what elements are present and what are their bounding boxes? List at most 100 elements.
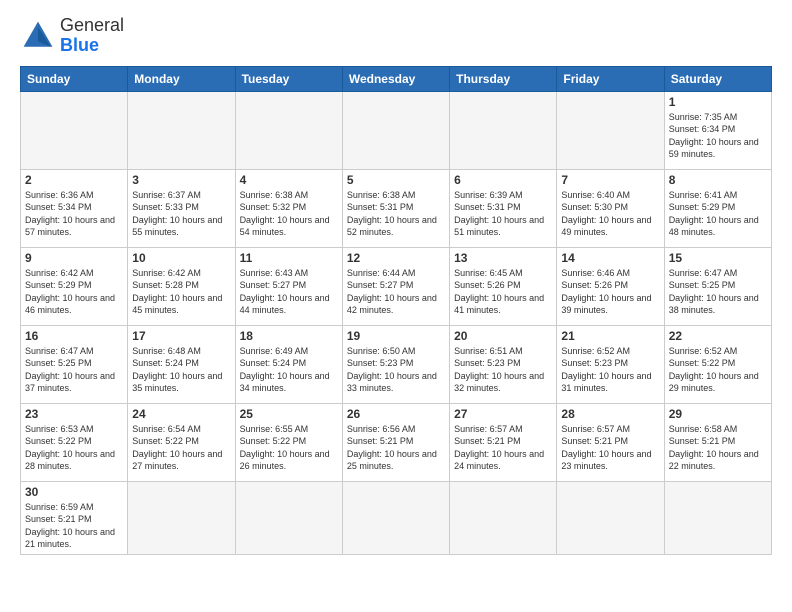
day-cell	[664, 481, 771, 554]
day-info: Sunrise: 6:50 AM Sunset: 5:23 PM Dayligh…	[347, 345, 445, 395]
day-info: Sunrise: 6:59 AM Sunset: 5:21 PM Dayligh…	[25, 501, 123, 551]
day-cell: 8 Sunrise: 6:41 AM Sunset: 5:29 PM Daylig…	[664, 169, 771, 247]
day-info: Sunrise: 6:44 AM Sunset: 5:27 PM Dayligh…	[347, 267, 445, 317]
day-number: 10	[132, 251, 230, 265]
day-cell: 18Sunrise: 6:49 AM Sunset: 5:24 PM Dayli…	[235, 325, 342, 403]
day-info: Sunrise: 6:58 AM Sunset: 5:21 PM Dayligh…	[669, 423, 767, 473]
day-number: 25	[240, 407, 338, 421]
day-info: Sunrise: 6:39 AM Sunset: 5:31 PM Dayligh…	[454, 189, 552, 239]
day-cell: 7 Sunrise: 6:40 AM Sunset: 5:30 PM Daylig…	[557, 169, 664, 247]
day-info: Sunrise: 6:48 AM Sunset: 5:24 PM Dayligh…	[132, 345, 230, 395]
weekday-header-thursday: Thursday	[450, 66, 557, 91]
day-number: 22	[669, 329, 767, 343]
day-cell: 23Sunrise: 6:53 AM Sunset: 5:22 PM Dayli…	[21, 403, 128, 481]
day-cell: 9Sunrise: 6:42 AM Sunset: 5:29 PM Daylig…	[21, 247, 128, 325]
day-number: 4	[240, 173, 338, 187]
day-number: 17	[132, 329, 230, 343]
day-number: 5	[347, 173, 445, 187]
day-cell: 17 Sunrise: 6:48 AM Sunset: 5:24 PM Dayli…	[128, 325, 235, 403]
weekday-header-friday: Friday	[557, 66, 664, 91]
day-number: 16	[25, 329, 123, 343]
week-row-0: 1 Sunrise: 7:35 AM Sunset: 6:34 PM Daylig…	[21, 91, 772, 169]
day-number: 9	[25, 251, 123, 265]
day-number: 6	[454, 173, 552, 187]
weekday-header-monday: Monday	[128, 66, 235, 91]
day-info: Sunrise: 6:46 AM Sunset: 5:26 PM Dayligh…	[561, 267, 659, 317]
day-info: Sunrise: 6:54 AM Sunset: 5:22 PM Dayligh…	[132, 423, 230, 473]
day-cell: 21 Sunrise: 6:52 AM Sunset: 5:23 PM Dayli…	[557, 325, 664, 403]
day-number: 14	[561, 251, 659, 265]
day-info: Sunrise: 6:38 AM Sunset: 5:32 PM Dayligh…	[240, 189, 338, 239]
weekday-header-saturday: Saturday	[664, 66, 771, 91]
week-row-1: 2 Sunrise: 6:36 AM Sunset: 5:34 PM Daylig…	[21, 169, 772, 247]
logo-text: General Blue	[60, 16, 124, 56]
day-number: 24	[132, 407, 230, 421]
day-cell: 25 Sunrise: 6:55 AM Sunset: 5:22 PM Dayli…	[235, 403, 342, 481]
day-number: 7	[561, 173, 659, 187]
day-info: Sunrise: 6:52 AM Sunset: 5:23 PM Dayligh…	[561, 345, 659, 395]
day-number: 15	[669, 251, 767, 265]
day-info: Sunrise: 6:47 AM Sunset: 5:25 PM Dayligh…	[669, 267, 767, 317]
logo-icon	[20, 18, 56, 54]
day-info: Sunrise: 6:41 AM Sunset: 5:29 PM Dayligh…	[669, 189, 767, 239]
day-cell	[450, 481, 557, 554]
day-info: Sunrise: 6:57 AM Sunset: 5:21 PM Dayligh…	[561, 423, 659, 473]
day-info: Sunrise: 6:42 AM Sunset: 5:28 PM Dayligh…	[132, 267, 230, 317]
day-number: 27	[454, 407, 552, 421]
day-cell: 3Sunrise: 6:37 AM Sunset: 5:33 PM Daylig…	[128, 169, 235, 247]
day-cell: 20Sunrise: 6:51 AM Sunset: 5:23 PM Dayli…	[450, 325, 557, 403]
week-row-5: 30Sunrise: 6:59 AM Sunset: 5:21 PM Dayli…	[21, 481, 772, 554]
day-cell: 24 Sunrise: 6:54 AM Sunset: 5:22 PM Dayli…	[128, 403, 235, 481]
day-cell	[128, 481, 235, 554]
week-row-2: 9Sunrise: 6:42 AM Sunset: 5:29 PM Daylig…	[21, 247, 772, 325]
day-number: 19	[347, 329, 445, 343]
weekday-header-sunday: Sunday	[21, 66, 128, 91]
day-cell: 26Sunrise: 6:56 AM Sunset: 5:21 PM Dayli…	[342, 403, 449, 481]
week-row-4: 23Sunrise: 6:53 AM Sunset: 5:22 PM Dayli…	[21, 403, 772, 481]
day-cell	[235, 481, 342, 554]
logo: General Blue	[20, 16, 124, 56]
day-cell: 14 Sunrise: 6:46 AM Sunset: 5:26 PM Dayli…	[557, 247, 664, 325]
day-cell: 16Sunrise: 6:47 AM Sunset: 5:25 PM Dayli…	[21, 325, 128, 403]
day-number: 11	[240, 251, 338, 265]
day-cell	[128, 91, 235, 169]
day-cell	[557, 481, 664, 554]
day-cell: 2 Sunrise: 6:36 AM Sunset: 5:34 PM Daylig…	[21, 169, 128, 247]
day-info: Sunrise: 6:38 AM Sunset: 5:31 PM Dayligh…	[347, 189, 445, 239]
day-cell	[21, 91, 128, 169]
day-cell: 10 Sunrise: 6:42 AM Sunset: 5:28 PM Dayli…	[128, 247, 235, 325]
weekday-header-tuesday: Tuesday	[235, 66, 342, 91]
day-number: 8	[669, 173, 767, 187]
day-number: 21	[561, 329, 659, 343]
day-info: Sunrise: 6:45 AM Sunset: 5:26 PM Dayligh…	[454, 267, 552, 317]
day-info: Sunrise: 6:49 AM Sunset: 5:24 PM Dayligh…	[240, 345, 338, 395]
calendar: SundayMondayTuesdayWednesdayThursdayFrid…	[20, 66, 772, 555]
day-cell: 11Sunrise: 6:43 AM Sunset: 5:27 PM Dayli…	[235, 247, 342, 325]
day-cell: 15 Sunrise: 6:47 AM Sunset: 5:25 PM Dayli…	[664, 247, 771, 325]
day-info: Sunrise: 6:53 AM Sunset: 5:22 PM Dayligh…	[25, 423, 123, 473]
page: General Blue SundayMondayTuesdayWednesda…	[0, 0, 792, 565]
day-info: Sunrise: 6:57 AM Sunset: 5:21 PM Dayligh…	[454, 423, 552, 473]
day-number: 26	[347, 407, 445, 421]
day-cell	[342, 481, 449, 554]
day-info: Sunrise: 6:55 AM Sunset: 5:22 PM Dayligh…	[240, 423, 338, 473]
day-cell	[557, 91, 664, 169]
day-cell: 29 Sunrise: 6:58 AM Sunset: 5:21 PM Dayli…	[664, 403, 771, 481]
day-cell: 12 Sunrise: 6:44 AM Sunset: 5:27 PM Dayli…	[342, 247, 449, 325]
day-number: 1	[669, 95, 767, 109]
day-info: Sunrise: 7:35 AM Sunset: 6:34 PM Dayligh…	[669, 111, 767, 161]
day-info: Sunrise: 6:52 AM Sunset: 5:22 PM Dayligh…	[669, 345, 767, 395]
day-cell: 13Sunrise: 6:45 AM Sunset: 5:26 PM Dayli…	[450, 247, 557, 325]
day-number: 2	[25, 173, 123, 187]
day-number: 29	[669, 407, 767, 421]
day-number: 20	[454, 329, 552, 343]
day-info: Sunrise: 6:40 AM Sunset: 5:30 PM Dayligh…	[561, 189, 659, 239]
day-cell: 28 Sunrise: 6:57 AM Sunset: 5:21 PM Dayli…	[557, 403, 664, 481]
day-info: Sunrise: 6:36 AM Sunset: 5:34 PM Dayligh…	[25, 189, 123, 239]
weekday-header-row: SundayMondayTuesdayWednesdayThursdayFrid…	[21, 66, 772, 91]
day-cell: 30Sunrise: 6:59 AM Sunset: 5:21 PM Dayli…	[21, 481, 128, 554]
weekday-header-wednesday: Wednesday	[342, 66, 449, 91]
day-number: 12	[347, 251, 445, 265]
day-number: 28	[561, 407, 659, 421]
day-info: Sunrise: 6:37 AM Sunset: 5:33 PM Dayligh…	[132, 189, 230, 239]
